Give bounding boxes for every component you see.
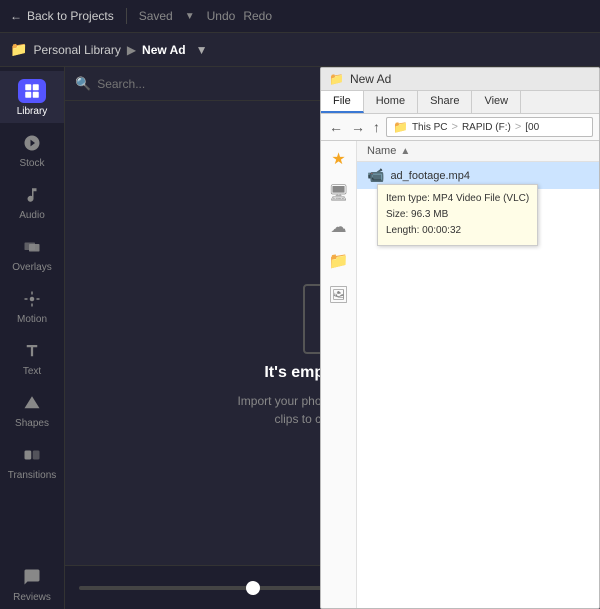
fe-body: ★ 🖥 ☁ 📁 🖼 Name ▲ 📹 ad_footage.mp4 (321, 141, 599, 608)
content-area: 🔍 ▿ ⇳ ‹ Back It's empty in here! Import … (65, 67, 600, 609)
sidebar-item-transitions[interactable]: Transitions (0, 435, 64, 487)
sidebar-motion-label: Motion (17, 314, 47, 325)
folder-icon: 📁 (10, 41, 27, 58)
text-icon (18, 339, 46, 363)
main-layout: Library Stock Audio Overlays (0, 67, 600, 609)
fe-monitor-icon[interactable]: 🖼 (328, 285, 348, 305)
file-explorer-panel: 📁 New Ad File Home Share View ← → ↑ 📁 Th… (320, 67, 600, 609)
sidebar-item-stock[interactable]: Stock (0, 123, 64, 175)
fe-file-item[interactable]: 📹 ad_footage.mp4 Item type: MP4 Video Fi… (357, 162, 599, 189)
fe-path-part1: This PC (412, 122, 448, 133)
sidebar-item-library[interactable]: Library (0, 71, 64, 123)
sidebar-audio-label: Audio (19, 210, 45, 221)
fe-col-name: Name (367, 145, 396, 157)
fe-folder-icon[interactable]: 📁 (329, 251, 349, 271)
fe-path-sep2: > (515, 121, 521, 133)
fe-path-part2: RAPID (F:) (462, 122, 511, 133)
motion-icon (18, 287, 46, 311)
fe-file-name: ad_footage.mp4 (390, 170, 470, 182)
undo-redo-group: Undo Redo (207, 9, 272, 23)
fe-star-icon[interactable]: ★ (331, 149, 345, 169)
sidebar-item-text[interactable]: Text (0, 331, 64, 383)
tooltip-size: Size: 96.3 MB (386, 207, 529, 223)
sidebar-reviews-label: Reviews (13, 592, 51, 603)
breadcrumb-current: New Ad (142, 43, 186, 57)
fe-tab-file[interactable]: File (321, 91, 364, 113)
fe-computer-icon[interactable]: 🖥 (328, 183, 348, 203)
sidebar-item-motion[interactable]: Motion (0, 279, 64, 331)
undo-button[interactable]: Undo (207, 9, 236, 23)
fe-cloud-icon[interactable]: ☁ (331, 217, 347, 237)
redo-button[interactable]: Redo (243, 9, 272, 23)
breadcrumb-caret[interactable]: ▼ (196, 43, 208, 57)
reviews-icon (18, 565, 46, 589)
fe-up-btn[interactable]: ↑ (371, 119, 382, 135)
tooltip-length: Length: 00:00:32 (386, 223, 529, 239)
fe-tabs: File Home Share View (321, 91, 599, 114)
back-button[interactable]: ← Back to Projects (10, 9, 114, 23)
fe-tab-view[interactable]: View (472, 91, 521, 113)
fe-right-panel: Name ▲ 📹 ad_footage.mp4 Item type: MP4 V… (357, 141, 599, 608)
back-label: Back to Projects (27, 9, 114, 23)
sidebar-library-label: Library (17, 106, 48, 117)
breadcrumb-chevron: ▶ (127, 43, 136, 57)
fe-back-btn[interactable]: ← (327, 119, 345, 135)
fe-sort-icon[interactable]: ▲ (400, 146, 410, 157)
fe-title-folder-icon: 📁 (329, 72, 344, 86)
fe-left-panel: ★ 🖥 ☁ 📁 🖼 (321, 141, 357, 608)
breadcrumb-bar: 📁 Personal Library ▶ New Ad ▼ (0, 33, 600, 67)
back-arrow-icon: ← (10, 9, 22, 23)
sidebar-shapes-label: Shapes (15, 418, 49, 429)
fe-path-sep1: > (452, 121, 458, 133)
fe-title: New Ad (350, 72, 391, 86)
fe-forward-btn[interactable]: → (349, 119, 367, 135)
fe-tab-share[interactable]: Share (418, 91, 472, 113)
fe-path-bar: 📁 This PC > RAPID (F:) > [00 (386, 117, 593, 137)
fe-path-part3: [00 (525, 122, 539, 133)
sidebar-item-audio[interactable]: Audio (0, 175, 64, 227)
sidebar-item-reviews[interactable]: Reviews (0, 557, 64, 609)
stock-icon (18, 131, 46, 155)
left-sidebar: Library Stock Audio Overlays (0, 67, 65, 609)
overlays-icon (18, 235, 46, 259)
breadcrumb-root[interactable]: Personal Library (33, 43, 120, 57)
fe-file-tooltip: Item type: MP4 Video File (VLC) Size: 96… (377, 184, 538, 246)
fe-path-folder-icon: 📁 (393, 120, 408, 134)
library-icon (18, 79, 46, 103)
search-icon: 🔍 (75, 76, 91, 92)
tooltip-type: Item type: MP4 Video File (VLC) (386, 191, 529, 207)
fe-nav-bar: ← → ↑ 📁 This PC > RAPID (F:) > [00 (321, 114, 599, 141)
separator (126, 8, 127, 24)
fe-title-bar: 📁 New Ad (321, 68, 599, 91)
top-bar: ← Back to Projects Saved ▼ Undo Redo (0, 0, 600, 33)
sidebar-stock-label: Stock (19, 158, 44, 169)
sidebar-overlays-label: Overlays (12, 262, 51, 273)
fe-tab-home[interactable]: Home (364, 91, 418, 113)
fe-col-header: Name ▲ (357, 141, 599, 162)
sidebar-transitions-label: Transitions (8, 470, 57, 481)
shapes-icon (18, 391, 46, 415)
transitions-icon (18, 443, 46, 467)
sidebar-text-label: Text (23, 366, 41, 377)
sidebar-item-shapes[interactable]: Shapes (0, 383, 64, 435)
saved-dropdown-icon[interactable]: ▼ (185, 11, 195, 22)
fe-file-type-icon: 📹 (367, 167, 384, 184)
audio-icon (18, 183, 46, 207)
sidebar-item-overlays[interactable]: Overlays (0, 227, 64, 279)
saved-label: Saved (139, 9, 173, 23)
slider-thumb[interactable] (246, 581, 260, 595)
